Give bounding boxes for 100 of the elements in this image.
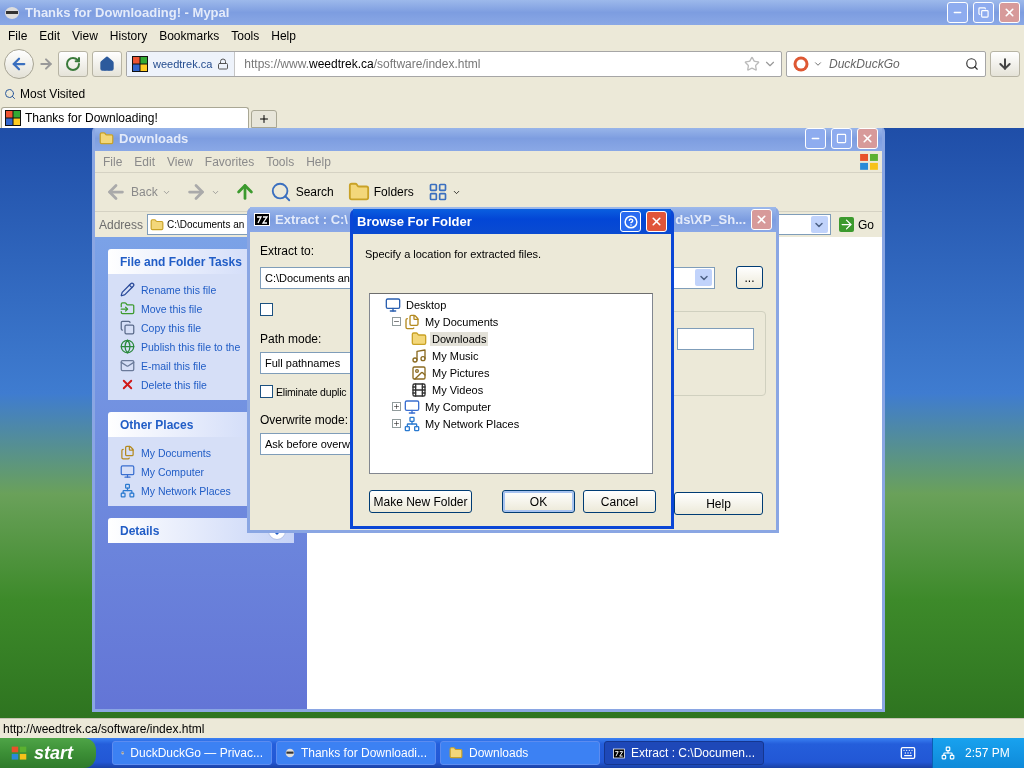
tree-item[interactable]: My Pictures [430, 365, 492, 380]
documents-icon [404, 313, 420, 330]
browse-button[interactable]: ... [736, 266, 763, 289]
status-text: http://weedtrek.ca/software/index.html [3, 721, 205, 736]
bookmark[interactable]: Most Visited [4, 87, 86, 101]
forward-icon[interactable] [38, 56, 54, 72]
menu-item[interactable]: History [103, 28, 154, 43]
computer-icon [404, 398, 420, 415]
taskbar-button[interactable]: DuckDuckGo — Privac... [112, 741, 272, 765]
url-field[interactable]: weedtrek.ca https://www.weedtrek.ca/software/index.html [126, 51, 782, 77]
restore-button[interactable] [973, 2, 994, 23]
search-icon[interactable] [965, 57, 979, 71]
window-title: Downloads [119, 131, 189, 146]
task-link[interactable]: My Computer [120, 464, 204, 479]
tree-item[interactable]: Downloads [430, 331, 489, 346]
task-link[interactable]: Publish this file to the [120, 339, 241, 354]
checkbox[interactable] [260, 385, 273, 398]
minimize-button[interactable] [947, 2, 968, 23]
windows-logo-icon [10, 744, 28, 762]
cancel-button[interactable]: Cancel [583, 490, 656, 513]
network-icon [120, 483, 135, 498]
dropdown-button[interactable] [695, 269, 712, 286]
folders-button[interactable]: Folders [343, 175, 418, 209]
task-link[interactable]: Move this file [120, 301, 203, 316]
tree-item[interactable]: My Computer [423, 399, 494, 414]
folder-tree[interactable]: Desktop My Documents Downloads My Music My Pictures My Videos My Computer My Network Places [369, 293, 653, 474]
close-button[interactable] [857, 128, 878, 149]
star-icon[interactable] [744, 56, 760, 72]
search-bar[interactable]: DuckDuckGo [786, 51, 986, 77]
site-logo-icon [5, 110, 21, 126]
new-folder-button[interactable]: Make New Folder [369, 490, 472, 513]
help-button[interactable] [620, 211, 641, 232]
window-title: Thanks for Downloading! - Mypal [25, 5, 230, 20]
tree-item[interactable]: My Videos [430, 382, 486, 397]
task-link[interactable]: My Documents [120, 445, 212, 460]
tree-item[interactable]: My Network Places [423, 416, 522, 431]
new-tab-button[interactable] [251, 110, 277, 128]
ok-button[interactable]: OK [502, 490, 575, 513]
close-button[interactable] [646, 211, 667, 232]
pencil-icon [120, 282, 135, 297]
globe-icon [120, 339, 135, 354]
task-link[interactable]: E-mail this file [120, 358, 207, 373]
menu-item[interactable]: Edit [33, 28, 67, 43]
documents-icon [120, 445, 135, 460]
search-icon [4, 88, 16, 100]
folder-icon [411, 330, 427, 347]
computer-icon [120, 464, 135, 479]
checkbox[interactable] [260, 303, 273, 316]
windows-logo-icon [858, 151, 880, 172]
field-label: Path mode: [260, 332, 322, 346]
close-icon [1003, 6, 1016, 19]
tree-item[interactable]: My Music [430, 348, 481, 363]
dialog-title: Browse For Folder [357, 214, 472, 229]
restore-icon [978, 7, 989, 18]
panel-title: Other Places [120, 417, 194, 432]
back-button[interactable] [4, 49, 34, 79]
task-link[interactable]: Delete this file [120, 377, 207, 392]
window-title: Extract : C:\ [275, 212, 348, 227]
taskbar-button[interactable]: Extract : C:\Documen... [604, 741, 764, 765]
close-button[interactable] [999, 2, 1020, 23]
checkbox-label: Eliminate duplic [276, 385, 347, 398]
menu-item[interactable]: Bookmarks [153, 28, 226, 43]
desktop-icon [385, 296, 401, 313]
home-button[interactable] [92, 51, 122, 77]
panel-title: File and Folder Tasks [120, 254, 242, 269]
music-icon [411, 347, 427, 364]
help-button[interactable]: Help [674, 492, 763, 515]
expand-icon[interactable] [392, 419, 401, 428]
maximize-button[interactable] [831, 128, 852, 149]
minimize-button[interactable] [805, 128, 826, 149]
dropdown-button[interactable] [811, 216, 828, 233]
expand-icon[interactable] [392, 402, 401, 411]
caret-icon[interactable] [813, 59, 823, 69]
reload-button[interactable] [58, 51, 88, 77]
task-link[interactable]: Copy this file [120, 320, 202, 335]
window-title: ds\XP_Sh... [675, 212, 746, 227]
menu-item[interactable]: Tools [225, 28, 266, 43]
lock-icon [217, 58, 230, 70]
task-link[interactable]: Rename this file [120, 282, 217, 297]
go-button[interactable]: Go [835, 217, 878, 232]
close-button[interactable] [751, 209, 772, 230]
delete-icon [120, 377, 135, 392]
menu-item[interactable]: File [2, 28, 34, 43]
menu-item[interactable]: Help [265, 28, 302, 43]
menu-item[interactable]: View [66, 28, 104, 43]
tree-item[interactable]: My Documents [423, 314, 501, 329]
collapse-icon[interactable] [392, 317, 401, 326]
task-link[interactable]: My Network Places [120, 483, 231, 498]
tree-item[interactable]: Desktop [404, 297, 449, 312]
taskbar-button[interactable]: Thanks for Downloadi... [276, 741, 436, 765]
back-arrow-icon [105, 181, 127, 203]
site-identity-button[interactable]: weedtrek.ca [127, 52, 236, 76]
network-icon[interactable] [941, 746, 955, 760]
start-button[interactable]: start [0, 738, 96, 768]
password-field[interactable] [677, 328, 754, 350]
keyboard-icon[interactable] [900, 745, 916, 761]
browser-tab[interactable]: Thanks for Downloading! [1, 107, 249, 128]
taskbar-button[interactable]: Downloads [440, 741, 600, 765]
download-button[interactable] [990, 51, 1020, 77]
search-button[interactable]: Search [265, 175, 338, 209]
